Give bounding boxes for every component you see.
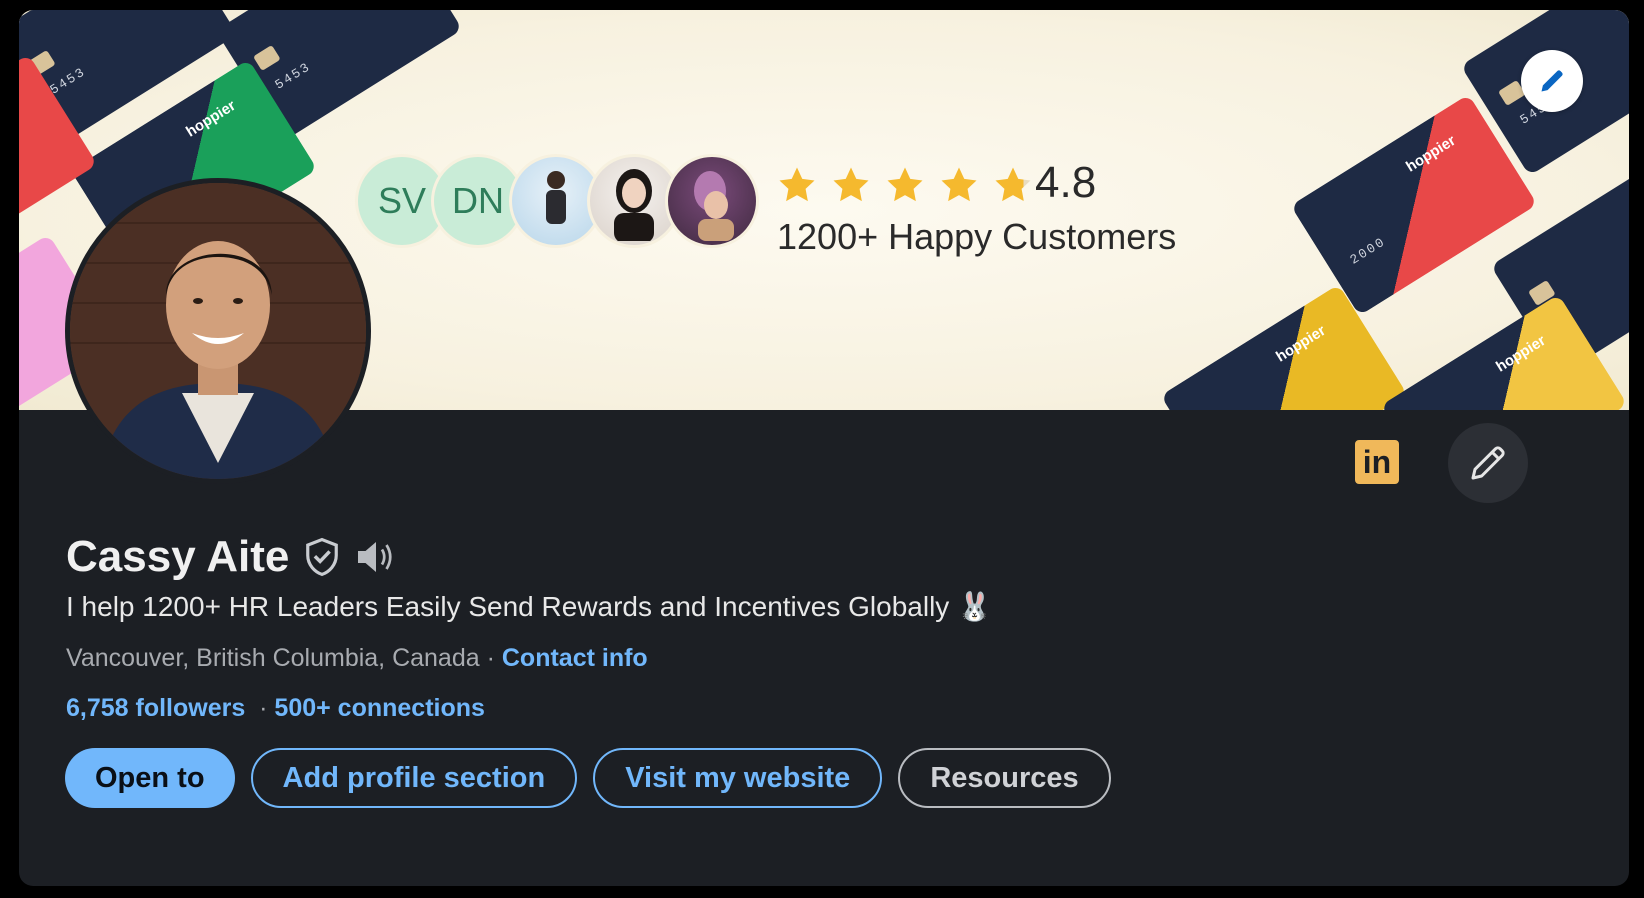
speaker-icon[interactable] xyxy=(355,539,397,575)
profile-avatar[interactable] xyxy=(65,178,371,484)
profile-name: Cassy Aite xyxy=(66,532,290,581)
location-text: Vancouver, British Columbia, Canada xyxy=(66,644,480,672)
contact-info-link[interactable]: Contact info xyxy=(502,644,648,672)
avatar-initials: DN xyxy=(452,180,504,221)
edit-banner-button[interactable] xyxy=(1521,50,1583,112)
star-icon xyxy=(887,167,923,202)
location-row: Vancouver, British Columbia, Canada · Co… xyxy=(66,644,648,673)
profile-card: 5453 5453 hoppier 0000 hoppier 2000 5453… xyxy=(19,10,1629,886)
rating-stars xyxy=(775,164,1035,206)
customer-avatar-photo xyxy=(665,154,759,248)
pencil-icon xyxy=(1471,446,1505,480)
avatar-initials: SV xyxy=(377,180,427,221)
profile-headline: I help 1200+ HR Leaders Easily Send Rewa… xyxy=(66,591,992,622)
connections-link[interactable]: 500+ connections xyxy=(274,694,485,722)
star-icon xyxy=(941,167,977,202)
linkedin-icon[interactable]: in xyxy=(1355,440,1399,484)
open-to-button[interactable]: Open to xyxy=(65,748,235,808)
visit-website-button[interactable]: Visit my website xyxy=(593,748,883,808)
stats-row: 6,758 followers · 500+ connections xyxy=(66,694,485,723)
shield-check-icon[interactable] xyxy=(303,536,341,578)
separator: · xyxy=(479,644,502,672)
name-row: Cassy Aite xyxy=(66,532,397,582)
rating-value: 4.8 xyxy=(1035,158,1097,207)
profile-photo xyxy=(70,183,366,479)
add-profile-section-button[interactable]: Add profile section xyxy=(250,748,578,808)
star-icon xyxy=(833,167,869,202)
separator: · xyxy=(252,694,275,722)
pencil-icon xyxy=(1541,70,1563,92)
customers-text: 1200+ Happy Customers xyxy=(777,216,1177,257)
star-icon xyxy=(779,167,815,202)
star-icon xyxy=(995,167,1031,202)
edit-profile-button[interactable] xyxy=(1448,423,1528,503)
resources-button[interactable]: Resources xyxy=(898,748,1111,808)
social-proof: SV DN 4.8 1200+ Happy Customers xyxy=(355,154,1235,257)
action-buttons: Open to Add profile section Visit my web… xyxy=(65,748,1111,808)
linkedin-label: in xyxy=(1362,443,1392,480)
followers-link[interactable]: 6,758 followers xyxy=(66,694,245,722)
